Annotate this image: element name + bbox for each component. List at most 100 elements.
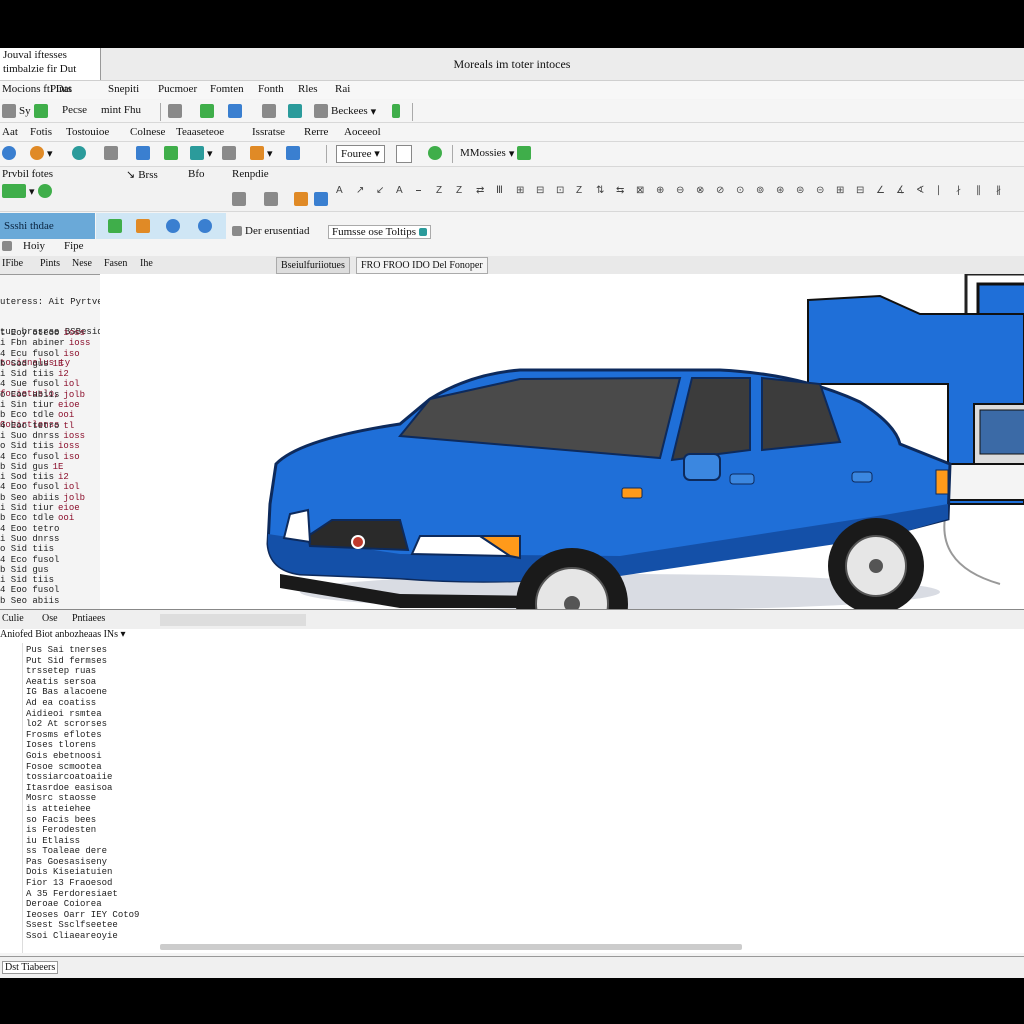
horizontal-scrollbar[interactable] (160, 944, 742, 950)
tool-button[interactable] (164, 146, 178, 160)
render-field[interactable]: Renpdie (232, 168, 269, 180)
format-glyph-icon[interactable]: ⊝ (816, 185, 824, 196)
tool-button[interactable] (286, 146, 300, 160)
output-tab[interactable]: Culie (2, 613, 24, 624)
leaf-icon[interactable] (108, 219, 122, 233)
output-tab[interactable]: Ose (42, 613, 58, 624)
format-glyph-icon[interactable]: ↗ (356, 185, 364, 196)
table-button[interactable] (168, 104, 182, 118)
tooltips-button[interactable]: Fumsse ose Toltips (328, 225, 431, 239)
format-glyph-icon[interactable]: ⊟ (536, 185, 544, 196)
copy-button[interactable] (288, 104, 302, 118)
history-label[interactable]: Hoiy (23, 240, 45, 252)
tool-dropdown[interactable]: ▾ (250, 146, 273, 160)
align-button[interactable] (264, 192, 278, 206)
menu2-item[interactable]: Colnese (130, 126, 165, 138)
format-glyph-icon[interactable]: ⊚ (756, 185, 764, 196)
tool-dropdown[interactable]: ▾ (190, 146, 213, 160)
menu2-item[interactable]: Tostouioe (66, 126, 109, 138)
format-glyph-icon[interactable]: ∡ (896, 185, 905, 196)
globe-button[interactable] (428, 146, 442, 160)
link-icon[interactable] (166, 219, 180, 233)
tool-button[interactable] (2, 146, 16, 160)
format-glyph-icon[interactable]: ⇅ (596, 185, 604, 196)
files-label[interactable]: Fipe (64, 240, 84, 252)
menu2-item[interactable]: Aat (2, 126, 18, 138)
tab-plain[interactable]: Ihe (140, 258, 153, 269)
tab-plain[interactable]: Pints (40, 258, 60, 269)
grid-button[interactable] (262, 104, 276, 118)
format-glyph-icon[interactable]: ⊞ (516, 185, 524, 196)
profile-tab[interactable]: Prvbil fotes (2, 168, 53, 180)
tool-button[interactable] (136, 146, 150, 160)
tab-document-a[interactable]: Bseiulfuriiotues (276, 257, 350, 274)
format-glyph-icon[interactable]: ⊕ (656, 185, 664, 196)
format-glyph-icon[interactable]: ∢ (916, 185, 924, 196)
format-glyph-icon[interactable]: ∠ (876, 185, 885, 196)
tab-plain[interactable]: Nese (72, 258, 92, 269)
tool-button[interactable] (104, 146, 118, 160)
tool-button[interactable] (222, 146, 236, 160)
side-panel-item-selected[interactable]: Ssshi thdae (0, 213, 95, 239)
format-glyph-icon[interactable]: ⊘ (716, 185, 724, 196)
check-button[interactable] (200, 104, 214, 118)
format-glyph-icon[interactable]: Z (456, 185, 462, 196)
tab-plain[interactable]: IFibe (2, 258, 23, 269)
format-glyph-icon[interactable]: Ⅲ (496, 185, 503, 196)
format-glyph-icon[interactable]: ⊞ (836, 185, 844, 196)
menu-item[interactable]: Fomten (210, 83, 244, 95)
format-glyph-icon[interactable]: ⊙ (736, 185, 744, 196)
format-glyph-icon[interactable]: ∦ (996, 185, 1001, 196)
menu2-item[interactable]: Aoceeol (344, 126, 381, 138)
format-glyph-icon[interactable]: ∤ (956, 185, 961, 196)
menu2-item[interactable]: Fotis (30, 126, 52, 138)
format-glyph-icon[interactable]: A (396, 185, 403, 196)
format-glyph-icon[interactable]: ⊡ (556, 185, 564, 196)
books-dropdown[interactable]: Beckees ▾ (314, 104, 376, 118)
menu-item[interactable]: Rles (298, 83, 318, 95)
output-tab[interactable]: Pntiaees (72, 613, 105, 624)
format-glyph-icon[interactable]: Z (436, 185, 442, 196)
window-button[interactable] (228, 104, 242, 118)
menu-item[interactable]: Fonth (258, 83, 284, 95)
format-glyph-icon[interactable]: ⇆ (616, 185, 624, 196)
tab-document-b[interactable]: FRO FROO IDO Del Fonoper (356, 257, 488, 274)
globe-icon[interactable] (198, 219, 212, 233)
format-glyph-icon[interactable]: ∣ (936, 185, 941, 196)
render-mode-button[interactable]: Der erusentiad (232, 225, 309, 237)
font-dropdown[interactable]: Fouree ▾ (336, 145, 385, 163)
menu-item[interactable]: Pints (50, 83, 72, 95)
search-dropdown[interactable]: ▾ (30, 146, 53, 160)
format-glyph-icon[interactable]: ⊛ (776, 185, 784, 196)
format-glyph-icon[interactable]: ⊠ (636, 185, 644, 196)
print-button[interactable]: mint Fhu (101, 104, 141, 116)
sy-button[interactable]: Sy (2, 104, 31, 118)
menu2-item[interactable]: Rerre (304, 126, 328, 138)
format-glyph-icon[interactable]: ⊜ (796, 185, 804, 196)
format-glyph-icon[interactable]: Z (576, 185, 582, 196)
format-glyph-icon[interactable]: ⊖ (676, 185, 684, 196)
save-button[interactable] (34, 104, 48, 118)
layer-button[interactable] (314, 192, 328, 206)
search-field-b[interactable]: Bfo (188, 168, 205, 180)
console-tab[interactable]: Aniofed Biot anbozheaas INs ▾ (0, 629, 1024, 644)
format-glyph-icon[interactable]: A (336, 185, 343, 196)
format-glyph-icon[interactable]: ↙ (376, 185, 384, 196)
menu2-item[interactable]: Issratse (252, 126, 285, 138)
image-icon[interactable] (136, 219, 150, 233)
menu2-item[interactable]: Teaaseteoe (176, 126, 224, 138)
bookmark-button[interactable] (392, 104, 400, 118)
paste-button[interactable]: Pecse (62, 104, 87, 116)
color-button[interactable] (294, 192, 308, 206)
format-glyph-icon[interactable]: ⎯ (416, 185, 421, 196)
chart-dropdown[interactable]: ▾ (2, 184, 52, 198)
format-glyph-icon[interactable]: ⊗ (696, 185, 704, 196)
tool-button[interactable] (72, 146, 86, 160)
format-glyph-icon[interactable]: ⇄ (476, 185, 484, 196)
render-viewport[interactable] (100, 274, 1024, 609)
format-glyph-icon[interactable]: ∥ (976, 185, 981, 196)
size-box[interactable] (396, 145, 412, 163)
shape-button[interactable] (232, 192, 246, 206)
tab-plain[interactable]: Fasen (104, 258, 127, 269)
history-icon[interactable] (2, 241, 12, 251)
